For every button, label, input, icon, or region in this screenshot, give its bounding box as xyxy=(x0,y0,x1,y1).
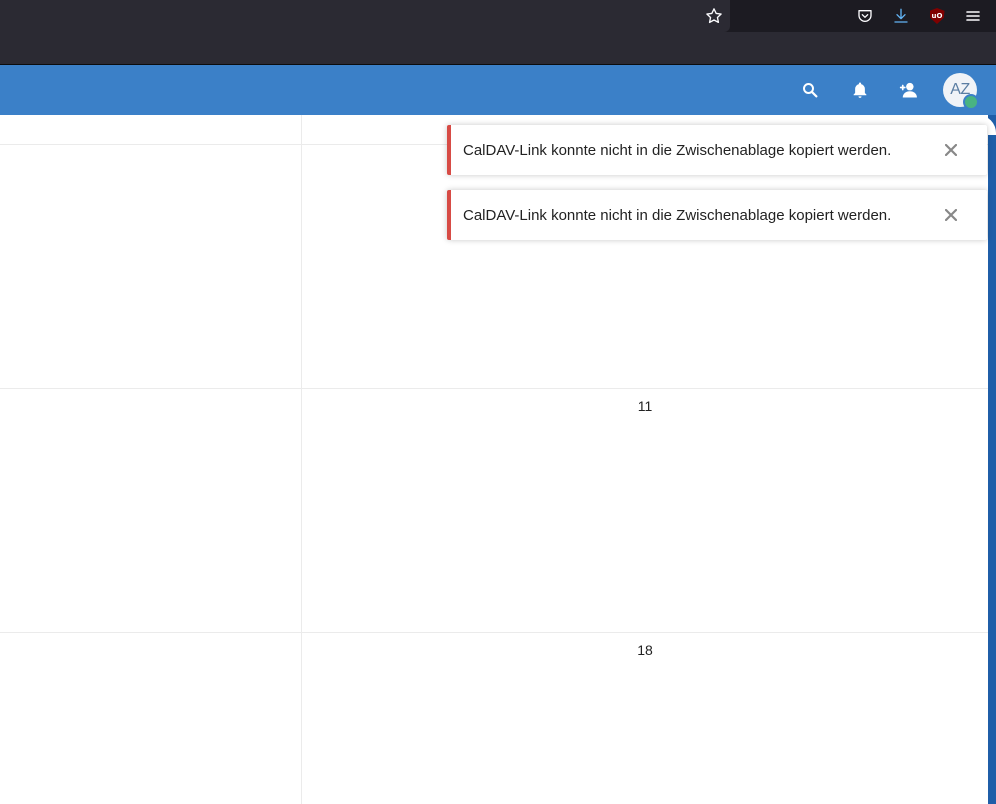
pocket-button[interactable] xyxy=(854,5,876,27)
browser-toolbar: uO xyxy=(0,0,996,32)
toast-close-button[interactable] xyxy=(941,205,961,225)
close-icon xyxy=(945,144,957,156)
bookmark-star-button[interactable] xyxy=(703,5,725,27)
day-number-11[interactable]: 11 xyxy=(625,398,665,414)
url-bar[interactable] xyxy=(0,0,730,32)
downloads-button[interactable] xyxy=(890,5,912,27)
bookmarks-bar xyxy=(0,32,996,65)
hamburger-menu-icon xyxy=(966,11,980,21)
notifications-icon xyxy=(853,82,867,98)
close-icon xyxy=(945,209,957,221)
grid-row-divider xyxy=(0,388,988,389)
day-number-18[interactable]: 18 xyxy=(625,642,665,658)
contacts-button[interactable] xyxy=(896,77,922,103)
grid-column-divider xyxy=(301,115,302,804)
star-icon xyxy=(706,8,722,24)
grid-row-divider xyxy=(0,632,988,633)
error-toast: CalDAV-Link konnte nicht in die Zwischen… xyxy=(447,190,987,240)
ublock-button[interactable]: uO xyxy=(926,5,948,27)
download-icon xyxy=(894,8,908,23)
search-button[interactable] xyxy=(797,77,823,103)
search-icon xyxy=(803,83,818,98)
toast-message: CalDAV-Link konnte nicht in die Zwischen… xyxy=(463,142,892,159)
online-status-badge xyxy=(963,94,979,110)
notifications-button[interactable] xyxy=(847,77,873,103)
ublock-icon: uO xyxy=(929,8,945,24)
browser-menu-button[interactable] xyxy=(962,5,984,27)
toast-close-button[interactable] xyxy=(941,140,961,160)
toast-message: CalDAV-Link konnte nicht in die Zwischen… xyxy=(463,207,892,224)
error-toast: CalDAV-Link konnte nicht in die Zwischen… xyxy=(447,125,987,175)
contacts-icon xyxy=(899,82,917,98)
app-header: AZ xyxy=(0,65,996,115)
pocket-icon xyxy=(858,10,872,22)
calendar-scrollbar[interactable] xyxy=(988,115,996,804)
